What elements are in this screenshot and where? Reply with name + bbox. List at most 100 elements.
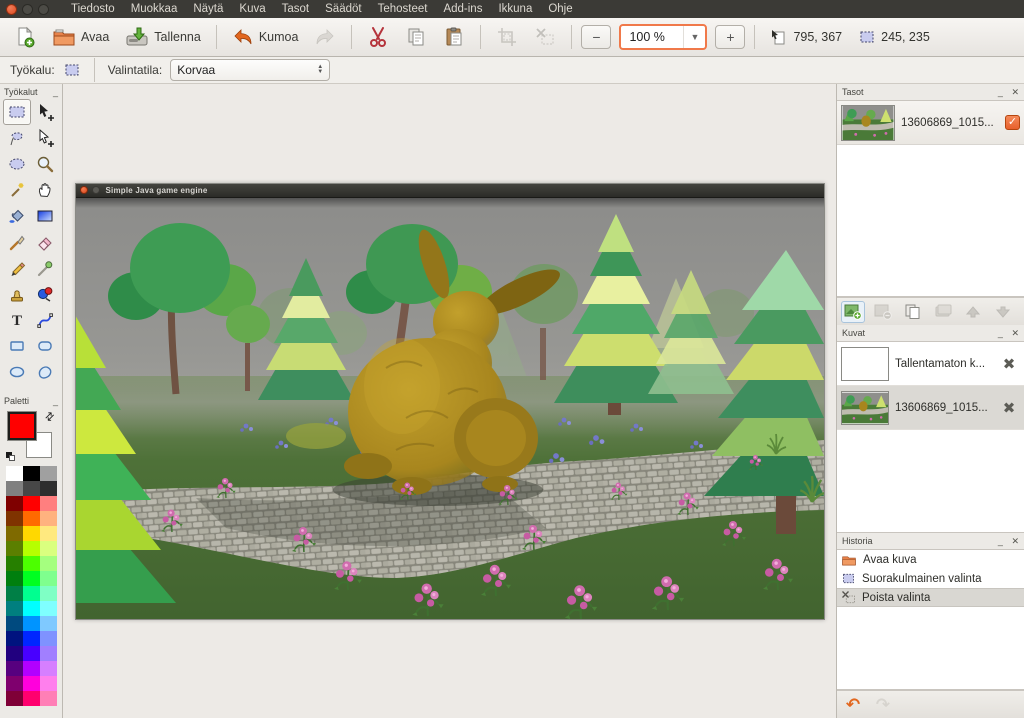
image-row-unsaved[interactable]: Tallentamaton k... ✖ bbox=[837, 342, 1024, 386]
remove-layer-button[interactable] bbox=[871, 301, 895, 323]
palette-color-swatch[interactable] bbox=[5, 661, 23, 676]
layer-visibility-checkbox[interactable]: ✓ bbox=[1005, 115, 1020, 130]
palette-color-swatch[interactable] bbox=[22, 586, 40, 601]
palette-color-swatch[interactable] bbox=[22, 676, 40, 691]
tools-panel-minimize-icon[interactable]: _ bbox=[53, 87, 58, 97]
tool-text[interactable]: T bbox=[3, 307, 31, 333]
tool-ellipse-select[interactable] bbox=[3, 151, 31, 177]
history-redo-button[interactable]: ↷ bbox=[871, 694, 895, 716]
copy-button[interactable] bbox=[399, 23, 433, 51]
images-panel-minimize-icon[interactable]: _ bbox=[998, 328, 1003, 338]
palette-color-swatch[interactable] bbox=[22, 496, 40, 511]
palette-color-swatch[interactable] bbox=[39, 691, 57, 706]
palette-color-swatch[interactable] bbox=[5, 466, 23, 481]
palette-color-swatch[interactable] bbox=[22, 541, 40, 556]
image-row-current[interactable]: 13606869_1015... ✖ bbox=[837, 386, 1024, 430]
layer-row[interactable]: 13606869_1015... ✓ bbox=[837, 101, 1024, 145]
reset-colors-icon[interactable] bbox=[6, 452, 16, 462]
palette-color-swatch[interactable] bbox=[39, 526, 57, 541]
window-maximize-icon[interactable] bbox=[38, 3, 49, 15]
palette-color-swatch[interactable] bbox=[22, 661, 40, 676]
menu-nayta[interactable]: Näytä bbox=[185, 2, 231, 16]
palette-color-swatch[interactable] bbox=[5, 556, 23, 571]
history-item-rect-select[interactable]: Suorakulmainen valinta bbox=[837, 569, 1024, 588]
undo-button[interactable]: Kumoa bbox=[226, 24, 305, 50]
tool-eraser[interactable] bbox=[31, 229, 59, 255]
tool-color-picker[interactable] bbox=[31, 255, 59, 281]
palette-color-swatch[interactable] bbox=[22, 616, 40, 631]
palette-color-swatch[interactable] bbox=[5, 601, 23, 616]
deselect-button[interactable] bbox=[528, 23, 562, 51]
tool-zoom[interactable] bbox=[31, 151, 59, 177]
tool-rectangle[interactable] bbox=[3, 333, 31, 359]
new-document-button[interactable] bbox=[8, 23, 42, 51]
layers-panel-minimize-icon[interactable]: _ bbox=[998, 87, 1003, 97]
tool-magic-wand[interactable] bbox=[3, 177, 31, 203]
palette-color-swatch[interactable] bbox=[22, 511, 40, 526]
palette-color-swatch[interactable] bbox=[39, 481, 57, 496]
current-tool-rectangle-select-icon[interactable] bbox=[63, 61, 81, 79]
tool-pan[interactable] bbox=[31, 177, 59, 203]
menu-tasot[interactable]: Tasot bbox=[274, 2, 318, 16]
palette-color-swatch[interactable] bbox=[22, 631, 40, 646]
palette-color-swatch[interactable] bbox=[5, 631, 23, 646]
zoom-level-combobox[interactable]: 100 % ▼ bbox=[619, 24, 708, 50]
palette-color-swatch[interactable] bbox=[39, 631, 57, 646]
palette-panel-minimize-icon[interactable]: _ bbox=[53, 396, 58, 406]
image-document[interactable]: Simple Java game engine bbox=[74, 182, 825, 620]
palette-color-swatch[interactable] bbox=[22, 481, 40, 496]
tool-pencil[interactable] bbox=[3, 255, 31, 281]
palette-color-swatch[interactable] bbox=[39, 676, 57, 691]
palette-color-swatch[interactable] bbox=[5, 526, 23, 541]
palette-color-swatch[interactable] bbox=[39, 601, 57, 616]
tool-lasso-select[interactable] bbox=[3, 125, 31, 151]
tool-gradient[interactable] bbox=[31, 203, 59, 229]
palette-color-swatch[interactable] bbox=[22, 646, 40, 661]
merge-layer-down-button[interactable] bbox=[931, 301, 955, 323]
menu-saadot[interactable]: Säädöt bbox=[317, 2, 369, 16]
tool-paintbrush[interactable] bbox=[3, 229, 31, 255]
duplicate-layer-button[interactable] bbox=[901, 301, 925, 323]
cut-button[interactable] bbox=[361, 23, 395, 51]
palette-color-swatch[interactable] bbox=[5, 646, 23, 661]
palette-color-swatch[interactable] bbox=[39, 616, 57, 631]
primary-color-swatch[interactable] bbox=[7, 411, 37, 441]
paste-button[interactable] bbox=[437, 23, 471, 51]
menu-kuva[interactable]: Kuva bbox=[231, 2, 273, 16]
history-panel-minimize-icon[interactable]: _ bbox=[998, 536, 1003, 546]
open-button[interactable]: Avaa bbox=[46, 23, 115, 51]
palette-color-swatch[interactable] bbox=[39, 661, 57, 676]
window-minimize-icon[interactable] bbox=[22, 3, 33, 15]
menu-tiedosto[interactable]: Tiedosto bbox=[63, 2, 123, 16]
tool-recolor[interactable] bbox=[31, 281, 59, 307]
tool-freeform-shape[interactable] bbox=[31, 359, 59, 385]
palette-color-swatch[interactable] bbox=[5, 481, 23, 496]
palette-color-swatch[interactable] bbox=[5, 571, 23, 586]
window-close-icon[interactable] bbox=[6, 3, 17, 15]
tool-rectangle-select[interactable] bbox=[3, 99, 31, 125]
move-layer-down-button[interactable] bbox=[991, 301, 1015, 323]
menu-add-ins[interactable]: Add-ins bbox=[435, 2, 490, 16]
redo-button[interactable] bbox=[308, 24, 342, 50]
palette-color-swatch[interactable] bbox=[5, 496, 23, 511]
palette-color-swatch[interactable] bbox=[39, 586, 57, 601]
menu-tehosteet[interactable]: Tehosteet bbox=[370, 2, 436, 16]
tool-move-selected[interactable] bbox=[31, 125, 59, 151]
save-button[interactable]: Tallenna bbox=[119, 23, 207, 51]
palette-color-swatch[interactable] bbox=[5, 511, 23, 526]
menu-muokkaa[interactable]: Muokkaa bbox=[123, 2, 186, 16]
palette-color-swatch[interactable] bbox=[22, 601, 40, 616]
palette-color-swatch[interactable] bbox=[39, 571, 57, 586]
palette-color-swatch[interactable] bbox=[22, 466, 40, 481]
tool-line-curve[interactable] bbox=[31, 307, 59, 333]
tool-paint-bucket[interactable] bbox=[3, 203, 31, 229]
zoom-dropdown-arrow-icon[interactable]: ▼ bbox=[683, 26, 705, 48]
history-item-open[interactable]: Avaa kuva bbox=[837, 550, 1024, 569]
close-image-icon[interactable]: ✖ bbox=[998, 397, 1020, 419]
add-layer-button[interactable] bbox=[841, 300, 865, 323]
palette-color-swatch[interactable] bbox=[5, 691, 23, 706]
history-item-deselect[interactable]: Poista valinta bbox=[837, 588, 1024, 607]
images-panel-close-icon[interactable]: ✕ bbox=[1011, 328, 1019, 338]
move-layer-up-button[interactable] bbox=[961, 301, 985, 323]
palette-color-swatch[interactable] bbox=[5, 541, 23, 556]
